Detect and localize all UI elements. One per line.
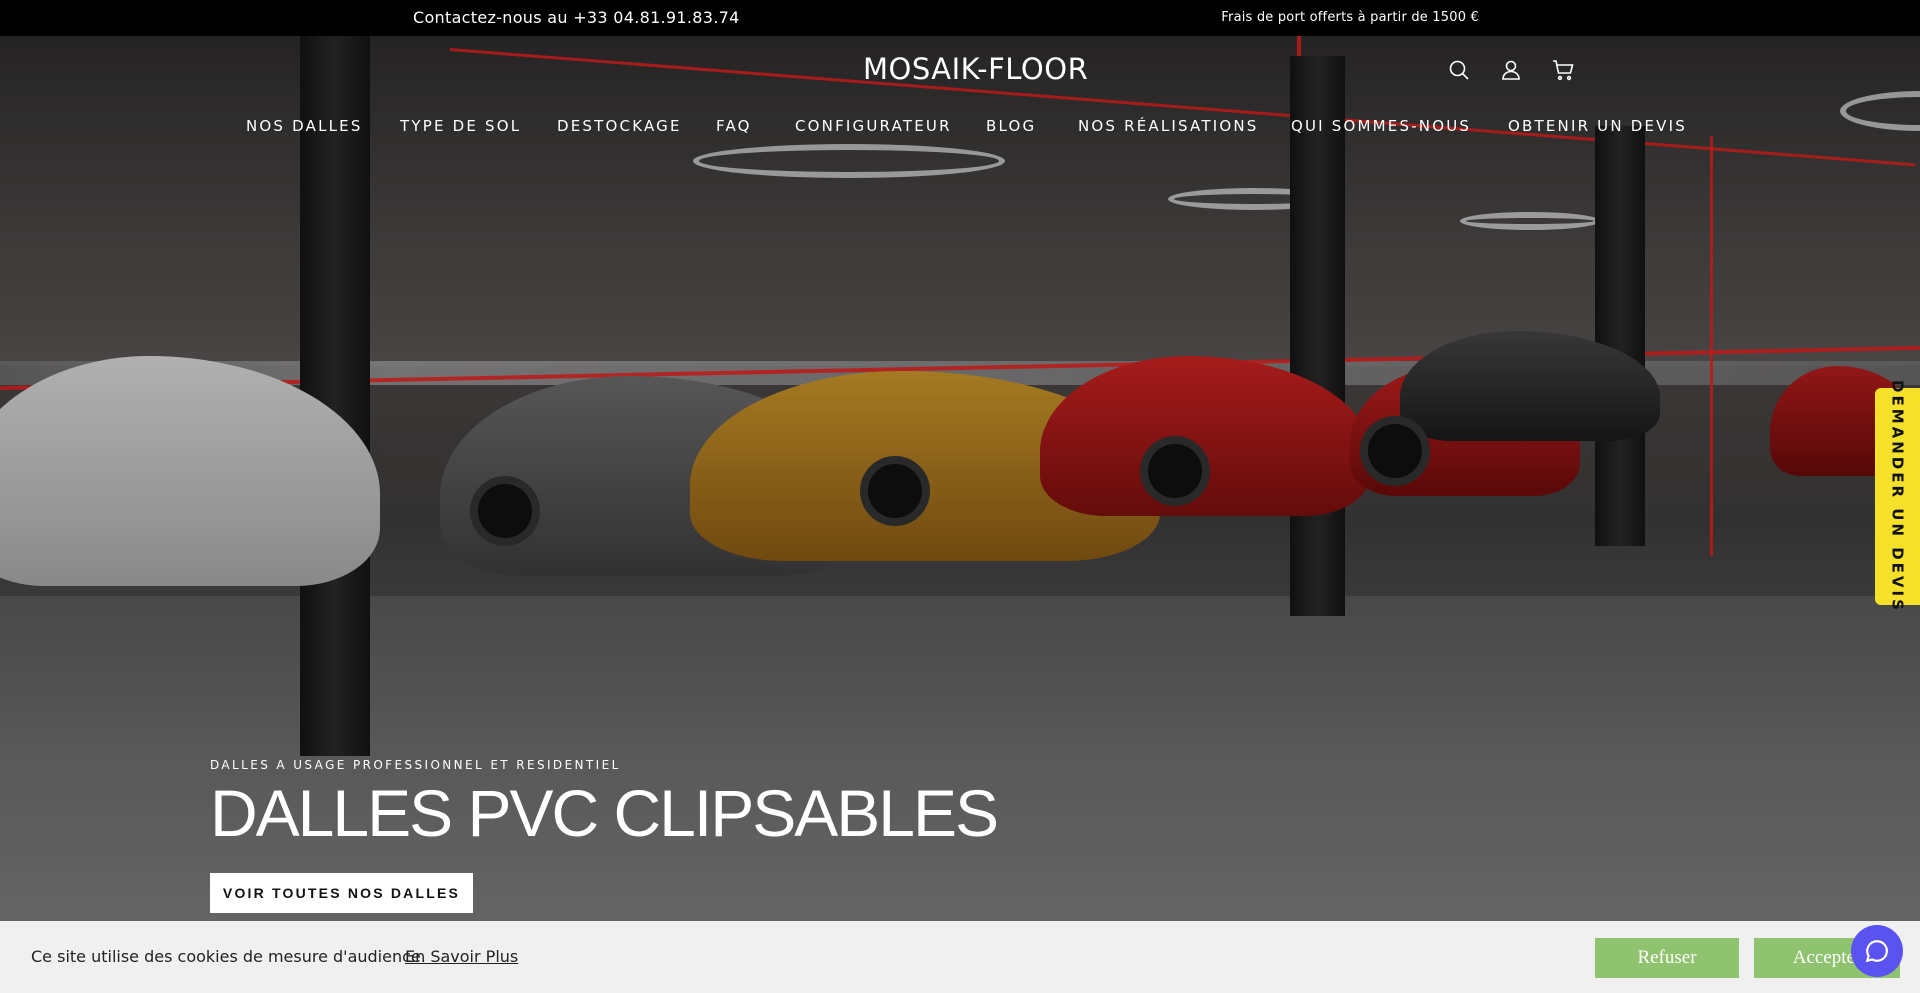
view-all-tiles-button[interactable]: VOIR TOUTES NOS DALLES — [210, 873, 473, 913]
request-quote-label: DEMANDER UN DEVIS — [1888, 380, 1907, 613]
nav-item-obtenir-un-devis[interactable]: OBTENIR UN DEVIS — [1508, 117, 1687, 135]
site-logo[interactable]: MOSAIK-FLOOR — [863, 52, 1088, 86]
search-icon[interactable] — [1447, 58, 1471, 82]
free-shipping-notice: Frais de port offerts à partir de 1500 € — [1221, 10, 1479, 25]
account-icon[interactable] — [1499, 58, 1523, 82]
cookie-message: Ce site utilise des cookies de mesure d'… — [31, 947, 426, 966]
nav-item-nos-dalles[interactable]: NOS DALLES — [246, 117, 363, 135]
cookie-learn-more-link[interactable]: En Savoir Plus — [405, 947, 518, 966]
main-navigation: NOS DALLES TYPE DE SOL DESTOCKAGE FAQ CO… — [0, 117, 1920, 137]
hero-subtitle: DALLES A USAGE PROFESSIONNEL ET RESIDENT… — [210, 758, 621, 772]
nav-item-faq[interactable]: FAQ — [716, 117, 752, 135]
cart-icon[interactable] — [1551, 58, 1575, 82]
nav-item-qui-sommes-nous[interactable]: QUI SOMMES-NOUS — [1291, 117, 1471, 135]
hero-headline: DALLES PVC CLIPSABLES — [210, 776, 999, 850]
cookie-banner: Ce site utilise des cookies de mesure d'… — [0, 921, 1920, 993]
nav-item-destockage[interactable]: DESTOCKAGE — [557, 117, 682, 135]
request-quote-tab[interactable]: DEMANDER UN DEVIS — [1875, 380, 1920, 613]
nav-item-nos-realisations[interactable]: NOS RÉALISATIONS — [1078, 117, 1259, 135]
nav-item-configurateur[interactable]: CONFIGURATEUR — [795, 117, 952, 135]
nav-item-type-de-sol[interactable]: TYPE DE SOL — [400, 117, 521, 135]
nav-item-blog[interactable]: BLOG — [986, 117, 1036, 135]
announcement-bar: Contactez-nous au +33 04.81.91.83.74 Fra… — [0, 0, 1920, 36]
chat-icon[interactable] — [1851, 925, 1903, 977]
cookie-refuse-button[interactable]: Refuser — [1595, 938, 1739, 978]
hero-text-block: DALLES A USAGE PROFESSIONNEL ET RESIDENT… — [210, 758, 621, 772]
contact-phone-text[interactable]: Contactez-nous au +33 04.81.91.83.74 — [413, 8, 740, 27]
